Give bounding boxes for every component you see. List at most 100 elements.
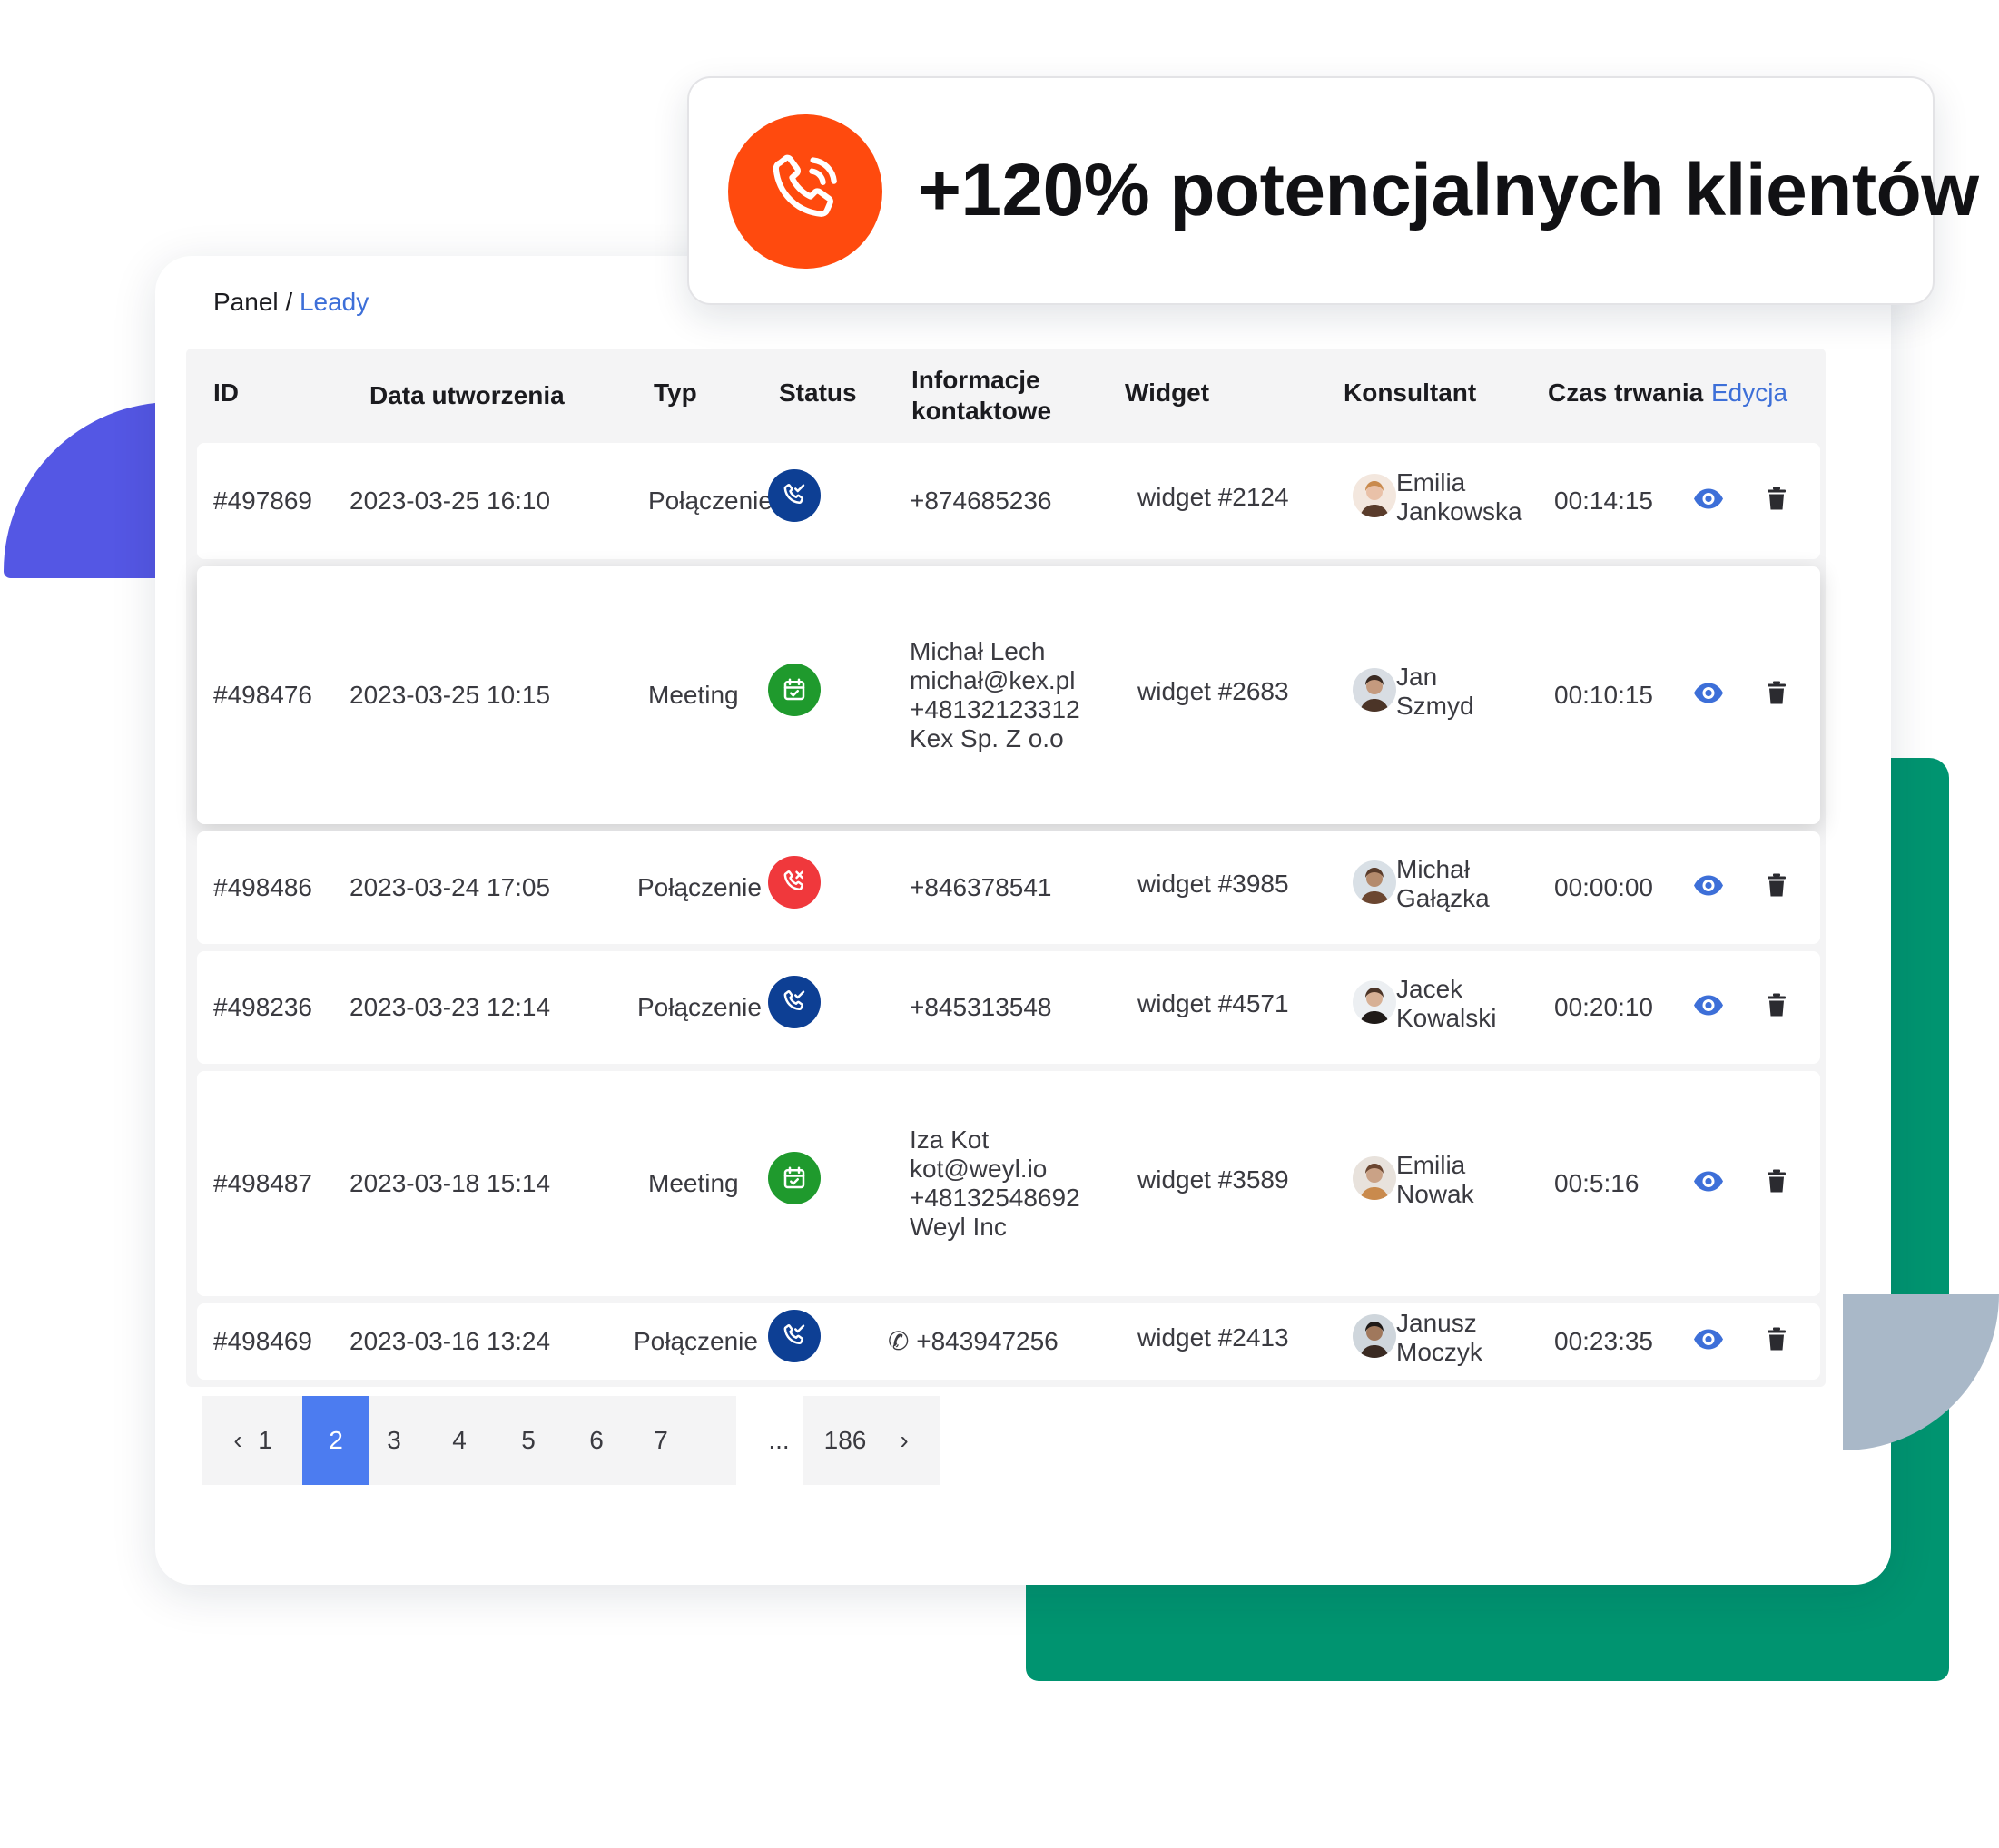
phone-missed-icon	[768, 856, 821, 909]
header-widget: Widget	[1125, 378, 1210, 407]
header-type: Typ	[654, 378, 697, 407]
decorative-quarter-circle-gray	[1843, 1294, 1999, 1450]
type-cell: Połączenie	[637, 993, 762, 1021]
avatar	[1353, 668, 1396, 712]
page-button-6[interactable]: 6	[572, 1396, 621, 1485]
contact-line: kot@weyl.io	[910, 1155, 1048, 1183]
header-edit[interactable]: Edycja	[1711, 378, 1787, 408]
lead-id-cell[interactable]: #498469	[213, 1327, 312, 1356]
type-cell: Meeting	[648, 1169, 739, 1197]
delete-trash-icon[interactable]	[1768, 1169, 1786, 1198]
view-eye-icon[interactable]	[1693, 683, 1724, 709]
widget-cell: widget #2124	[1137, 483, 1289, 511]
header-contact-line2: kontaktowe	[911, 397, 1052, 425]
consultant-name-line: Emilia	[1396, 468, 1466, 496]
banner-headline: +120% potencjalnych klientów	[918, 149, 1979, 231]
lead-id-cell[interactable]: #498476	[213, 681, 312, 710]
view-eye-icon[interactable]	[1693, 1329, 1724, 1355]
consultant-name-line: Moczyk	[1396, 1338, 1482, 1366]
lead-id-cell[interactable]: #498236	[213, 993, 312, 1022]
avatar	[1353, 860, 1396, 904]
contact-line: +48132123312	[910, 695, 1080, 723]
leads-panel-card: Panel / Leady ID Data utworzenia Typ Sta…	[155, 256, 1891, 1585]
type-cell: Meeting	[648, 681, 739, 709]
consultant-name-line: Emilia	[1396, 1151, 1466, 1179]
consultant-name-line: Szmyd	[1396, 692, 1474, 720]
duration-cell: 00:14:15	[1554, 487, 1653, 515]
view-eye-icon[interactable]	[1693, 488, 1724, 515]
table-row[interactable]: #498486 2023-03-24 17:05 Połączenie +846378…	[197, 831, 1820, 944]
contact-line: +845313548	[910, 993, 1052, 1021]
page-button-5[interactable]: 5	[504, 1396, 553, 1485]
consultant-name-line: Jan	[1396, 663, 1438, 691]
contact-line: michał@kex.pl	[910, 666, 1076, 694]
delete-trash-icon[interactable]	[1768, 681, 1786, 710]
page-button-2[interactable]: 2	[302, 1396, 369, 1485]
breadcrumb-separator: /	[278, 288, 300, 316]
contact-line: +874685236	[910, 487, 1052, 515]
table-row[interactable]: #498487 2023-03-18 15:14 Meeting Iza Kot kot…	[197, 1071, 1820, 1296]
duration-cell: 00:5:16	[1554, 1169, 1640, 1197]
phone-small-icon: ✆	[888, 1327, 917, 1355]
page-button-1[interactable]: 1	[241, 1396, 290, 1485]
contact-line: Michał Lech	[910, 637, 1046, 665]
widget-cell: widget #3985	[1137, 870, 1289, 898]
promo-banner: +120% potencjalnych klientów	[687, 76, 1979, 305]
contact-line: Weyl Inc	[910, 1213, 1007, 1241]
consultant-name-line: Michał	[1396, 855, 1470, 883]
created-date-cell: 2023-03-18 15:14	[350, 1169, 551, 1197]
contact-line: Kex Sp. Z o.o	[910, 724, 1064, 752]
decorative-quarter-circle-blue	[4, 402, 180, 578]
contact-line: +846378541	[910, 873, 1052, 901]
page-button-4[interactable]: 4	[435, 1396, 484, 1485]
leads-table: ID Data utworzenia Typ Status Informacje…	[186, 349, 1826, 1387]
duration-cell: 00:20:10	[1554, 993, 1653, 1021]
delete-trash-icon[interactable]	[1768, 993, 1786, 1022]
delete-trash-icon[interactable]	[1768, 487, 1786, 516]
table-header: ID Data utworzenia Typ Status Informacje…	[186, 349, 1826, 443]
delete-trash-icon[interactable]	[1768, 873, 1786, 902]
page-button-last[interactable]: 186	[803, 1396, 887, 1485]
consultant-cell: Emilia Jankowska	[1396, 468, 1522, 526]
lead-id-cell[interactable]: #497869	[213, 487, 312, 516]
avatar	[1353, 1156, 1396, 1200]
consultant-name-line: Janusz	[1396, 1309, 1477, 1337]
phone-answered-icon	[768, 469, 821, 522]
view-eye-icon[interactable]	[1693, 995, 1724, 1021]
contact-info-cell: Iza Kot kot@weyl.io +48132548692 Weyl Inc	[910, 1126, 1080, 1242]
type-cell: Połączenie	[648, 487, 773, 515]
view-eye-icon[interactable]	[1693, 1171, 1724, 1197]
avatar	[1353, 1314, 1396, 1358]
table-row[interactable]: #498236 2023-03-23 12:14 Połączenie +845313…	[197, 951, 1820, 1064]
table-row[interactable]: #497869 2023-03-25 16:10 Połączenie +874685…	[197, 443, 1820, 559]
contact-info-cell: ✆ +843947256	[888, 1327, 1059, 1356]
header-consultant: Konsultant	[1344, 378, 1477, 407]
page-button-7[interactable]: 7	[636, 1396, 685, 1485]
view-eye-icon[interactable]	[1693, 875, 1724, 901]
duration-cell: 00:00:00	[1554, 873, 1653, 901]
consultant-name-line: Jacek	[1396, 975, 1463, 1003]
breadcrumb-current[interactable]: Leady	[300, 288, 369, 316]
pagination-ellipsis: ...	[768, 1426, 790, 1454]
created-date-cell: 2023-03-25 10:15	[350, 681, 551, 709]
header-contact-line1: Informacje	[911, 366, 1040, 394]
table-row[interactable]: #498469 2023-03-16 13:24 Połączenie ✆ +8439…	[197, 1303, 1820, 1380]
consultant-cell: Jacek Kowalski	[1396, 975, 1496, 1033]
page-button-3[interactable]: 3	[369, 1396, 419, 1485]
calendar-check-icon	[768, 664, 821, 716]
header-status: Status	[779, 378, 857, 407]
consultant-name-line: Jankowska	[1396, 497, 1522, 526]
contact-line: +48132548692	[910, 1184, 1080, 1212]
table-row[interactable]: #498476 2023-03-25 10:15 Meeting Michał Lec…	[197, 566, 1820, 824]
contact-info-cell: Michał Lech michał@kex.pl +48132123312 Kex …	[910, 637, 1080, 753]
delete-trash-icon[interactable]	[1768, 1327, 1786, 1356]
contact-info-cell: +874685236	[910, 487, 1052, 516]
widget-cell: widget #2683	[1137, 677, 1289, 705]
created-date-cell: 2023-03-16 13:24	[350, 1327, 551, 1355]
breadcrumb-root[interactable]: Panel	[213, 288, 279, 316]
consultant-cell: Michał Gałązka	[1396, 855, 1490, 913]
lead-id-cell[interactable]: #498486	[213, 873, 312, 902]
contact-line: +843947256	[916, 1327, 1059, 1355]
lead-id-cell[interactable]: #498487	[213, 1169, 312, 1198]
next-page-button[interactable]: ›	[881, 1396, 927, 1485]
